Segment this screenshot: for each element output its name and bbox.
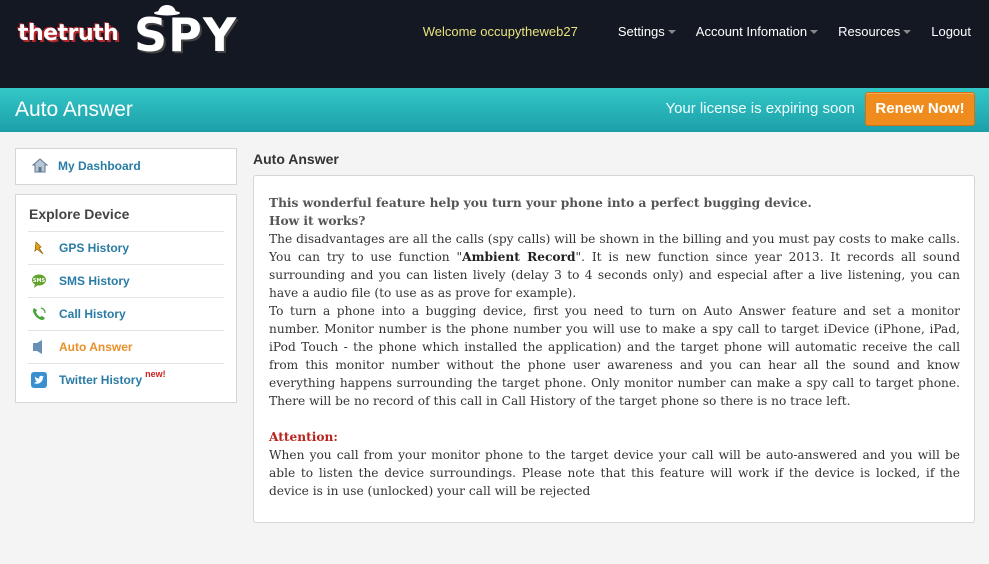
gps-pin-icon xyxy=(34,241,44,255)
license-notice: Your license is expiring soon xyxy=(665,100,855,117)
logo-name: SPY xyxy=(134,8,238,62)
explore-device-heading: Explore Device xyxy=(29,206,130,222)
renew-now-button[interactable]: Renew Now! xyxy=(865,92,975,126)
my-dashboard-link[interactable]: My Dashboard xyxy=(32,158,141,174)
home-icon xyxy=(32,158,48,173)
nav-settings-label: Settings xyxy=(617,24,665,39)
sidebar-item-label: Call History xyxy=(59,307,126,321)
page-title: Auto Answer xyxy=(15,98,133,121)
new-badge: new! xyxy=(145,369,166,379)
logo-prefix: thetruth xyxy=(18,21,119,46)
explore-device-list: GPS History SMS SMS History Call History… xyxy=(28,231,224,396)
nav-settings[interactable]: Settings xyxy=(618,24,676,39)
nav-account-label: Account Infomation xyxy=(695,24,808,39)
sidebar-item-gps-history[interactable]: GPS History xyxy=(28,231,224,264)
nav-resources-label: Resources xyxy=(838,24,901,39)
sms-bubble-icon: SMS xyxy=(32,274,46,288)
content-body: This wonderful feature help you turn you… xyxy=(269,194,960,500)
my-dashboard-label: My Dashboard xyxy=(58,159,141,173)
paragraph-monitor-number: To turn a phone into a bugging device, f… xyxy=(269,304,960,408)
phone-icon xyxy=(33,307,46,320)
sidebar-item-call-history[interactable]: Call History xyxy=(28,297,224,330)
twitter-icon xyxy=(31,372,47,388)
nav-logout-label: Logout xyxy=(931,24,971,39)
attention-text: When you call from your monitor phone to… xyxy=(269,448,960,498)
svg-text:SMS: SMS xyxy=(33,278,46,284)
ambient-record-term: Ambient Record xyxy=(462,250,576,264)
chevron-down-icon xyxy=(810,29,819,34)
paragraph-ambient-record: The disadvantages are all the calls (spy… xyxy=(269,230,960,302)
sidebar-item-label: GPS History xyxy=(59,241,130,255)
top-nav: Welcome occupytheweb27 Settings Account … xyxy=(423,24,971,39)
chevron-down-icon xyxy=(667,29,676,34)
sidebar-item-twitter-history[interactable]: Twitter History new! xyxy=(28,363,224,396)
nav-resources[interactable]: Resources xyxy=(838,24,912,39)
lead-text: This wonderful feature help you turn you… xyxy=(269,196,812,210)
how-it-works-heading: How it works? xyxy=(269,214,366,228)
nav-account-information[interactable]: Account Infomation xyxy=(695,24,819,39)
sidebar-item-sms-history[interactable]: SMS SMS History xyxy=(28,264,224,297)
content-panel: This wonderful feature help you turn you… xyxy=(253,175,975,523)
page-title-band: Auto Answer Your license is expiring soo… xyxy=(0,88,989,132)
sidebar-item-auto-answer[interactable]: Auto Answer xyxy=(28,330,224,363)
attention-label: Attention: xyxy=(269,430,338,444)
chevron-down-icon xyxy=(903,29,912,34)
auto-answer-icon xyxy=(33,340,42,354)
sidebar-item-label: Twitter History xyxy=(59,373,143,387)
sidebar-item-label: Auto Answer xyxy=(59,340,133,354)
welcome-text: Welcome occupytheweb27 xyxy=(422,24,578,39)
top-header: thetruth SPY Welcome occupytheweb27 Sett… xyxy=(0,0,989,88)
dashboard-panel: My Dashboard xyxy=(15,148,237,185)
section-title: Auto Answer xyxy=(253,151,339,167)
nav-logout[interactable]: Logout xyxy=(931,24,971,39)
explore-device-panel: Explore Device GPS History SMS SMS Histo… xyxy=(15,194,237,403)
sidebar-item-label: SMS History xyxy=(59,274,130,288)
